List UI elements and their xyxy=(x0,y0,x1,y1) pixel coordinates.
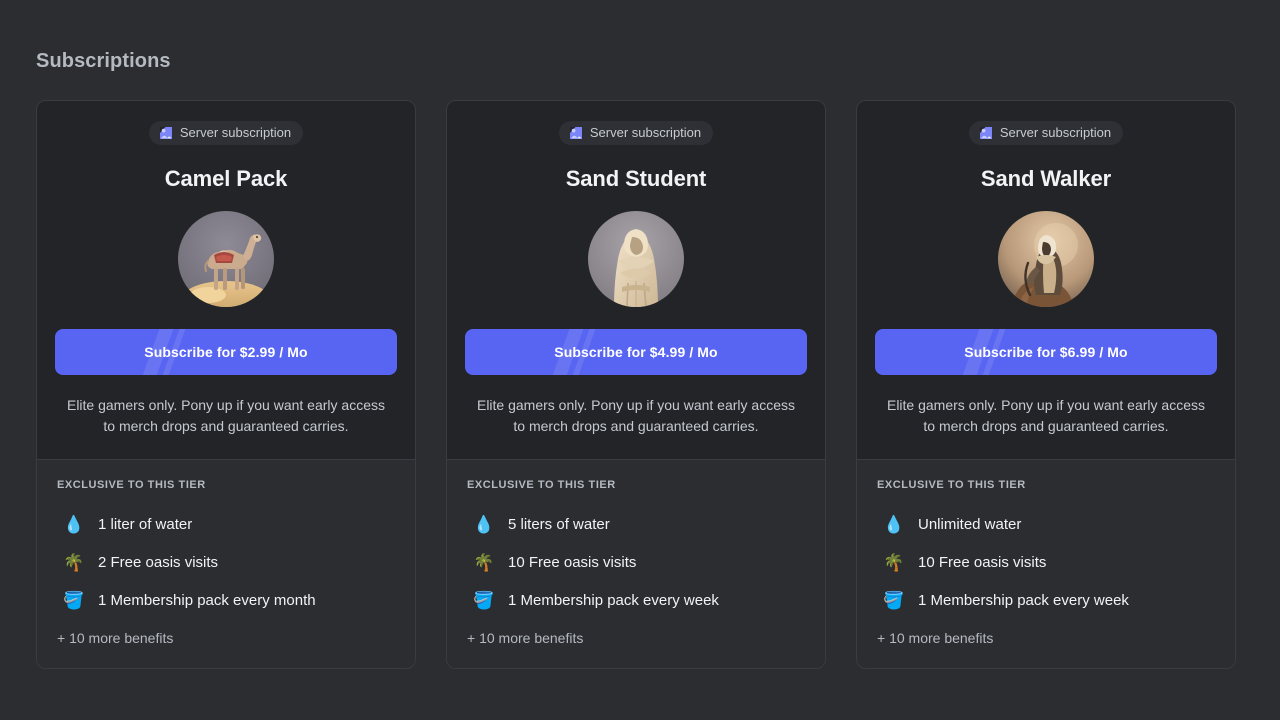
subscription-card-grid: Server subscription Camel Pack Subscribe… xyxy=(36,100,1244,669)
server-subscription-icon xyxy=(979,126,993,140)
benefit-item: 🪣 1 Membership pack every week xyxy=(465,582,807,620)
benefit-label: 2 Free oasis visits xyxy=(98,554,219,571)
palm-tree-icon: 🌴 xyxy=(63,553,85,572)
more-benefits-link[interactable]: + 10 more benefits xyxy=(875,629,1217,648)
tier-description: Elite gamers only. Pony up if you want e… xyxy=(886,397,1205,434)
benefit-item: 🌴 10 Free oasis visits xyxy=(465,544,807,582)
benefit-item: 🪣 1 Membership pack every month xyxy=(55,582,397,620)
palm-tree-icon: 🌴 xyxy=(883,553,905,572)
benefit-label: 1 liter of water xyxy=(98,516,193,533)
benefit-item: 🌴 10 Free oasis visits xyxy=(875,544,1217,582)
benefit-list: 💧 1 liter of water 🌴 2 Free oasis visits… xyxy=(55,506,397,620)
badge-label: Server subscription xyxy=(999,125,1112,140)
bucket-icon: 🪣 xyxy=(883,591,905,610)
benefits-heading: EXCLUSIVE TO THIS TIER xyxy=(57,479,206,491)
benefit-list: 💧 5 liters of water 🌴 10 Free oasis visi… xyxy=(465,506,807,620)
subscribe-button-label: Subscribe for $4.99 / Mo xyxy=(554,344,718,360)
page-title: Subscriptions xyxy=(36,50,171,72)
benefits-heading: EXCLUSIVE TO THIS TIER xyxy=(877,479,1026,491)
benefit-item: 🪣 1 Membership pack every week xyxy=(875,582,1217,620)
tier-avatar xyxy=(178,211,274,307)
badge-label: Server subscription xyxy=(589,125,702,140)
card-header-section: Server subscription Sand Walker Subscrib… xyxy=(857,101,1235,459)
subscription-card[interactable]: Server subscription Sand Student Subscri… xyxy=(446,100,826,669)
server-subscription-badge: Server subscription xyxy=(968,121,1124,145)
benefit-label: Unlimited water xyxy=(918,516,1022,533)
server-subscription-badge: Server subscription xyxy=(558,121,714,145)
benefits-section: EXCLUSIVE TO THIS TIER 💧 5 liters of wat… xyxy=(447,459,825,668)
benefit-item: 💧 1 liter of water xyxy=(55,506,397,544)
subscribe-button[interactable]: Subscribe for $2.99 / Mo xyxy=(55,329,397,375)
badge-label: Server subscription xyxy=(179,125,292,140)
benefit-label: 10 Free oasis visits xyxy=(918,554,1047,571)
water-droplet-icon: 💧 xyxy=(63,515,85,534)
tier-name: Sand Student xyxy=(565,166,707,191)
benefits-heading: EXCLUSIVE TO THIS TIER xyxy=(467,479,616,491)
benefit-label: 10 Free oasis visits xyxy=(508,554,637,571)
benefit-item: 🌴 2 Free oasis visits xyxy=(55,544,397,582)
benefits-section: EXCLUSIVE TO THIS TIER 💧 Unlimited water… xyxy=(857,459,1235,668)
card-header-section: Server subscription Sand Student Subscri… xyxy=(447,101,825,459)
tier-description: Elite gamers only. Pony up if you want e… xyxy=(476,397,795,434)
water-droplet-icon: 💧 xyxy=(883,515,905,534)
subscribe-button[interactable]: Subscribe for $6.99 / Mo xyxy=(875,329,1217,375)
server-subscription-icon xyxy=(569,126,583,140)
subscribe-button-label: Subscribe for $2.99 / Mo xyxy=(144,344,308,360)
benefit-label: 1 Membership pack every week xyxy=(918,592,1129,609)
subscribe-button[interactable]: Subscribe for $4.99 / Mo xyxy=(465,329,807,375)
more-benefits-link[interactable]: + 10 more benefits xyxy=(55,629,397,648)
tier-name: Camel Pack xyxy=(164,166,288,191)
benefit-label: 1 Membership pack every month xyxy=(98,592,316,609)
bucket-icon: 🪣 xyxy=(63,591,85,610)
palm-tree-icon: 🌴 xyxy=(473,553,495,572)
card-header-section: Server subscription Camel Pack Subscribe… xyxy=(37,101,415,459)
subscription-card[interactable]: Server subscription Sand Walker Subscrib… xyxy=(856,100,1236,669)
benefit-label: 5 liters of water xyxy=(508,516,610,533)
tier-avatar xyxy=(588,211,684,307)
subscribe-button-label: Subscribe for $6.99 / Mo xyxy=(964,344,1128,360)
bucket-icon: 🪣 xyxy=(473,591,495,610)
benefits-section: EXCLUSIVE TO THIS TIER 💧 1 liter of wate… xyxy=(37,459,415,668)
subscription-card[interactable]: Server subscription Camel Pack Subscribe… xyxy=(36,100,416,669)
tier-description: Elite gamers only. Pony up if you want e… xyxy=(66,397,385,434)
server-subscription-icon xyxy=(159,126,173,140)
server-subscription-badge: Server subscription xyxy=(148,121,304,145)
benefit-list: 💧 Unlimited water 🌴 10 Free oasis visits… xyxy=(875,506,1217,620)
benefit-item: 💧 5 liters of water xyxy=(465,506,807,544)
tier-name: Sand Walker xyxy=(980,166,1112,191)
subscriptions-page: Subscriptions Server subscription Camel … xyxy=(0,0,1280,720)
water-droplet-icon: 💧 xyxy=(473,515,495,534)
benefit-label: 1 Membership pack every week xyxy=(508,592,719,609)
more-benefits-link[interactable]: + 10 more benefits xyxy=(465,629,807,648)
tier-avatar xyxy=(998,211,1094,307)
benefit-item: 💧 Unlimited water xyxy=(875,506,1217,544)
